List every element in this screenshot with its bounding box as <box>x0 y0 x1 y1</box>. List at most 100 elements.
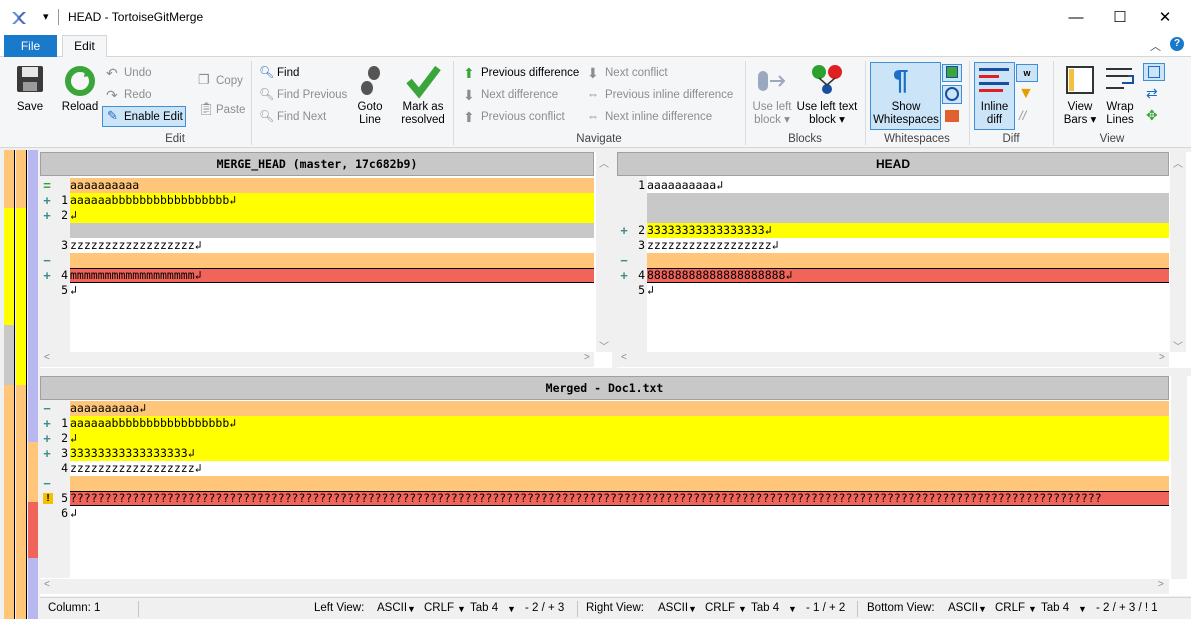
maximize-button[interactable]: ☐ <box>1097 0 1143 35</box>
close-button[interactable]: ✕ <box>1142 0 1188 35</box>
right-tab-dropdown[interactable]: Tab 4 <box>751 602 779 614</box>
wrap-lines-button[interactable]: Wrap Lines <box>1100 101 1140 127</box>
bottom-tab-dropdown[interactable]: Tab 4 <box>1041 602 1069 614</box>
use-left-block-label-2: block ▾ <box>754 114 790 126</box>
diff-line[interactable]: 4 zzzzzzzzzzzzzzzzzz↲ <box>40 461 1169 476</box>
diff-line[interactable]: +4 mmmmmmmmmmmmmmmmmm↲ <box>40 268 594 283</box>
left-eol-dropdown[interactable]: CRLF <box>424 602 454 614</box>
use-left-block-button[interactable]: Use left block ▾ <box>750 101 794 127</box>
mark-resolved-button[interactable]: Mark as resolved <box>396 101 450 127</box>
previous-inline-difference-button[interactable]: Previous inline difference <box>605 88 733 102</box>
view-bars-button[interactable]: View Bars ▾ <box>1060 101 1100 127</box>
merged-vertical-scrollbar[interactable] <box>1171 376 1187 579</box>
find-next-button[interactable]: Find Next <box>277 110 326 124</box>
window-title: HEAD - TortoiseGitMerge <box>68 10 204 24</box>
find-previous-button[interactable]: Find Previous <box>277 88 347 102</box>
undo-button[interactable]: Undo <box>124 66 152 80</box>
help-button[interactable]: ? <box>1170 37 1184 51</box>
save-button[interactable]: Save <box>10 101 50 114</box>
left-view-label: Left View: <box>314 602 365 614</box>
location-bars[interactable] <box>0 150 40 619</box>
next-difference-button[interactable]: Next difference <box>481 88 558 102</box>
diff-line[interactable]: +2 ↲ <box>40 431 1169 446</box>
redo-button[interactable]: Redo <box>124 88 152 102</box>
added-icon: + <box>43 446 51 461</box>
diff-line[interactable]: +2 33333333333333333↲ <box>617 223 1169 238</box>
tab-file[interactable]: File <box>4 35 57 57</box>
bottom-encoding-dropdown[interactable]: ASCII <box>948 602 978 614</box>
line-number: 1 <box>61 416 68 430</box>
copy-icon: ❐ <box>198 72 210 87</box>
line-text: 33333333333333333↲ <box>647 223 772 237</box>
next-inline-difference-button[interactable]: Next inline difference <box>605 110 712 124</box>
paste-icon: 📋︎ <box>198 101 215 116</box>
line-marker <box>40 461 54 476</box>
diff-line[interactable]: = aaaaaaaaaa <box>40 178 594 193</box>
previous-difference-button[interactable]: Previous difference <box>481 66 579 80</box>
goto-line-button[interactable]: Goto Line <box>350 101 390 127</box>
diff-line[interactable]: 3 zzzzzzzzzzzzzzzzzz↲ <box>617 238 1169 253</box>
whitespace-option-icon <box>946 66 958 78</box>
bottom-eol-dropdown[interactable]: CRLF <box>995 602 1025 614</box>
use-left-block-icon <box>758 71 786 91</box>
line-marker <box>617 208 631 223</box>
moved-lines-icon[interactable]: // <box>1019 108 1026 123</box>
right-encoding-dropdown[interactable]: ASCII <box>658 602 688 614</box>
right-view-label: Right View: <box>586 602 644 614</box>
diff-line[interactable]: − aaaaaaaaaa↲ <box>40 401 1169 416</box>
wrap-lines-label-2: Lines <box>1106 114 1134 126</box>
diff-line[interactable]: − <box>40 476 1169 491</box>
line-number: 6 <box>61 506 68 520</box>
swap-icon[interactable]: ⇄ <box>1146 85 1158 102</box>
merged-pane[interactable]: Merged - Doc1.txt − aaaaaaaaaa↲ +1 aaaaaabb… <box>40 376 1191 596</box>
next-conflict-button[interactable]: Next conflict <box>605 66 668 80</box>
right-horizontal-scrollbar[interactable]: < > <box>617 352 1169 367</box>
copy-button[interactable]: Copy <box>216 74 243 88</box>
diff-line[interactable]: +4 88888888888888888888↲ <box>617 268 1169 283</box>
tab-edit[interactable]: Edit <box>62 35 107 58</box>
left-tab-dropdown[interactable]: Tab 4 <box>470 602 498 614</box>
reload-button[interactable]: Reload <box>58 101 102 114</box>
chevron-down-icon: ▼ <box>407 604 416 614</box>
collapse-ribbon-button[interactable]: ︿ <box>1150 38 1161 54</box>
merged-horizontal-scrollbar[interactable]: < > <box>40 579 1169 594</box>
use-left-text-block-button[interactable]: Use left text block ▾ <box>795 101 859 127</box>
pilcrow-icon: ¶ <box>893 64 909 95</box>
diff-line[interactable]: 6 ↲ <box>40 506 1169 521</box>
diff-line[interactable]: +1 aaaaaabbbbbbbbbbbbbbbbb↲ <box>40 193 594 208</box>
diff-line[interactable]: − <box>40 253 594 268</box>
minimize-button[interactable]: — <box>1053 0 1099 35</box>
diff-line[interactable]: − <box>617 253 1169 268</box>
diff-line[interactable]: 5 ↲ <box>617 283 1169 298</box>
diff-line[interactable]: +2 ↲ <box>40 208 594 223</box>
collapse-icon[interactable]: ✥ <box>1146 107 1158 124</box>
diff-line[interactable] <box>40 223 594 238</box>
left-vertical-scrollbar[interactable]: ︿ ﹀ <box>596 152 612 353</box>
left-encoding-dropdown[interactable]: ASCII <box>377 602 407 614</box>
case-option-icon[interactable] <box>945 110 959 122</box>
right-pane[interactable]: HEAD 1 aaaaaaaaaa↲ +2 33333333333333333↲ 3 zz… <box>617 152 1191 368</box>
diff-line[interactable]: 5 ↲ <box>40 283 594 298</box>
right-eol-dropdown[interactable]: CRLF <box>705 602 735 614</box>
added-icon: + <box>43 416 51 431</box>
horizontal-splitter[interactable] <box>40 368 1191 376</box>
diff-line[interactable]: 1 aaaaaaaaaa↲ <box>617 178 1169 193</box>
diff-line[interactable]: ! 5??????????????????????????????????????… <box>40 491 1169 506</box>
find-button[interactable]: Find <box>277 66 299 80</box>
diff-line[interactable] <box>617 193 1169 208</box>
previous-conflict-button[interactable]: Previous conflict <box>481 110 565 124</box>
quick-access-dropdown[interactable]: ▾ <box>43 10 49 23</box>
diff-line[interactable] <box>617 208 1169 223</box>
left-horizontal-scrollbar[interactable]: < > <box>40 352 594 367</box>
filter-icon[interactable]: ▼ <box>1018 85 1034 103</box>
word-diff-toggle[interactable]: w <box>1016 64 1038 82</box>
line-marker <box>40 283 54 298</box>
left-pane[interactable]: MERGE_HEAD (master, 17c682b9) = aaaaaaaaa… <box>40 152 612 368</box>
diff-line[interactable]: +3 33333333333333333↲ <box>40 446 1169 461</box>
line-text: ↲ <box>70 208 77 222</box>
right-vertical-scrollbar[interactable]: ︿ ﹀ <box>1170 152 1186 353</box>
diff-line[interactable]: 3 zzzzzzzzzzzzzzzzzz↲ <box>40 238 594 253</box>
diff-line[interactable]: +1 aaaaaabbbbbbbbbbbbbbbbb↲ <box>40 416 1169 431</box>
view-bars-label-1: View <box>1067 101 1093 113</box>
paste-button[interactable]: Paste <box>216 103 245 117</box>
